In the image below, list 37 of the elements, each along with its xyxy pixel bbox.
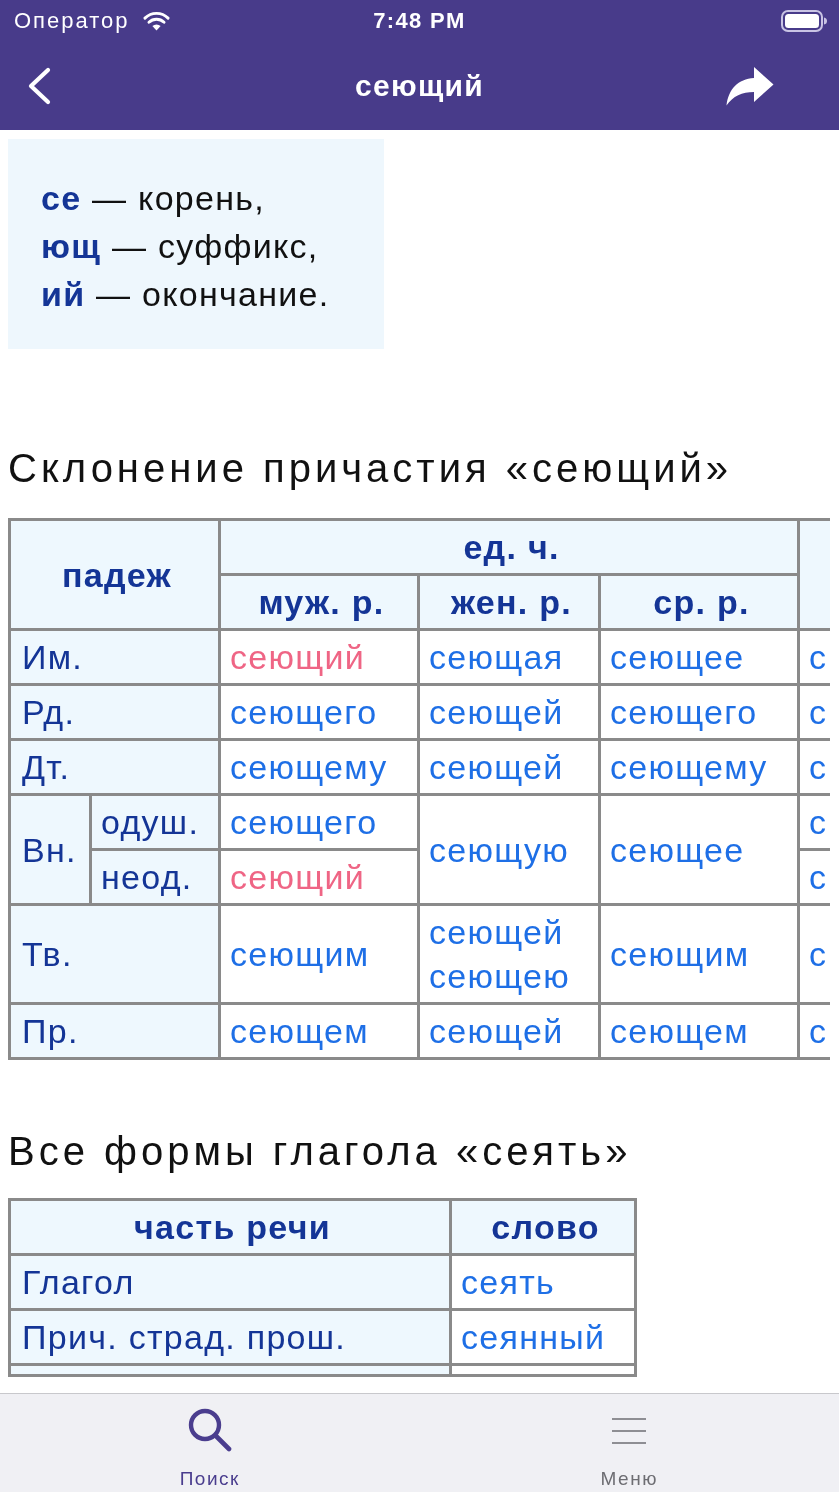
back-button[interactable] (27, 67, 51, 105)
section-heading: Все формы глагола «сеять» (8, 1128, 632, 1175)
share-arrow-icon (726, 66, 774, 106)
carrier-name: Оператор (14, 8, 130, 34)
case-cell: неод. (90, 849, 220, 905)
table-header-cell: ср. р. (599, 574, 799, 630)
table-header-cell: слово (450, 1199, 636, 1255)
morpheme-line: ий — окончание. (41, 274, 330, 315)
tab-item[interactable]: Поиск (173, 1394, 246, 1492)
case-cell: одуш. (90, 794, 220, 850)
morpheme-line: ющ — суффикс, (41, 226, 319, 267)
case-cell: Им. (9, 629, 220, 685)
tab-item[interactable]: Меню (594, 1394, 664, 1492)
case-cell: Пр. (9, 1003, 220, 1059)
table-header-cell: падеж (9, 519, 220, 630)
battery-icon (781, 10, 827, 32)
word-link[interactable]: сеющей (429, 910, 564, 954)
search-icon (187, 1408, 232, 1452)
chevron-left-icon (27, 67, 51, 105)
screen-title: сеющий (355, 69, 484, 103)
menu-icon (611, 1417, 648, 1445)
table-header-cell: часть речи (9, 1199, 451, 1255)
section-heading: Склонение причастия «сеющий» (8, 445, 733, 492)
case-cell: Дт. (9, 739, 220, 795)
table-cell: Глагол (9, 1254, 451, 1310)
morpheme-line: се — корень, (41, 178, 265, 219)
table-cell: Прич. страд. прош. (9, 1309, 451, 1365)
table-header-cell: ед. ч. (219, 519, 799, 575)
wifi-icon (143, 11, 171, 31)
share-button[interactable] (726, 66, 774, 106)
case-cell: Рд. (9, 684, 220, 740)
table-header-cell: жен. р. (418, 574, 600, 630)
case-cell: Тв. (9, 904, 220, 1004)
case-cell: Вн. (9, 794, 91, 905)
word-link[interactable]: сеющею (429, 954, 571, 998)
table-header-cell: муж. р. (219, 574, 419, 630)
status-time: 7:48 PM (373, 8, 466, 34)
